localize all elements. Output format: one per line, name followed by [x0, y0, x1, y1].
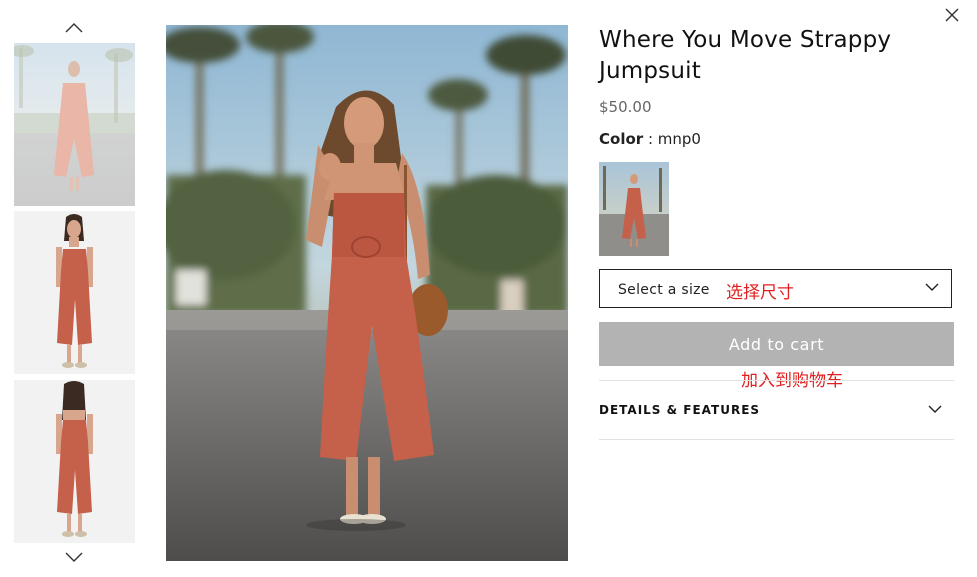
size-select[interactable]: Select a size 选择尺寸: [599, 269, 952, 308]
divider: [599, 439, 954, 440]
color-value: mnp0: [657, 130, 701, 148]
thumbnail-2[interactable]: [14, 211, 135, 374]
details-features-label: DETAILS & FEATURES: [599, 403, 761, 417]
main-product-image: [166, 25, 568, 561]
product-title: Where You Move Strappy Jumpsuit: [599, 27, 892, 84]
thumbnail-3[interactable]: [14, 380, 135, 543]
thumbnails-up-button[interactable]: [64, 20, 84, 36]
thumbnail-1[interactable]: [14, 43, 135, 206]
color-label: Color: [599, 130, 644, 148]
color-swatch-mnp0[interactable]: [599, 162, 669, 256]
size-select-annotation: 选择尺寸: [726, 283, 794, 303]
close-button[interactable]: [944, 7, 962, 25]
chevron-down-icon: [65, 552, 83, 562]
color-row: Color : mnp0: [599, 130, 701, 148]
details-features-toggle[interactable]: DETAILS & FEATURES: [599, 381, 954, 439]
chevron-down-icon: [928, 405, 942, 413]
chevron-up-icon: [65, 23, 83, 33]
chevron-down-icon: [925, 283, 939, 291]
thumbnails-down-button[interactable]: [64, 549, 84, 565]
size-select-placeholder: Select a size: [618, 282, 710, 298]
close-icon: [945, 8, 959, 22]
add-to-cart-button[interactable]: Add to cart: [599, 322, 954, 366]
color-separator: :: [647, 130, 654, 148]
product-price: $50.00: [599, 98, 652, 116]
